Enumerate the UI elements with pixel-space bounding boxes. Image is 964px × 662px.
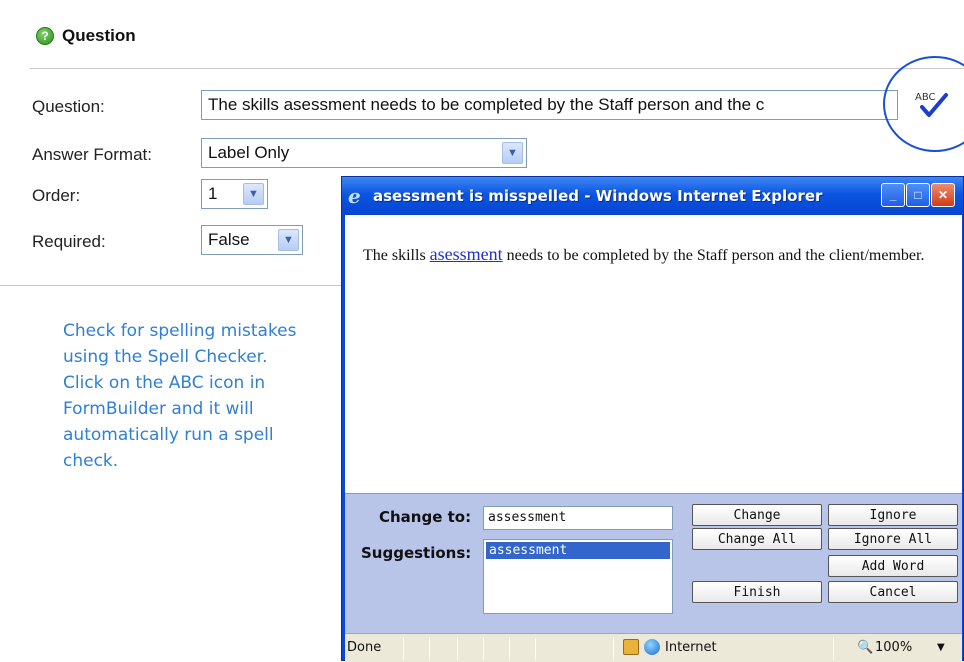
- change-button[interactable]: Change: [692, 504, 822, 526]
- maximize-button[interactable]: □: [906, 183, 930, 207]
- ignore-all-button[interactable]: Ignore All: [828, 528, 958, 550]
- text-after: needs to be completed by the Staff perso…: [502, 247, 925, 264]
- divider: [613, 638, 614, 660]
- panel-header: ? Question: [36, 26, 136, 46]
- cancel-button[interactable]: Cancel: [828, 581, 958, 603]
- instruction-text: Check for spelling mistakes using the Sp…: [63, 321, 297, 471]
- change-to-input[interactable]: assessment: [483, 506, 673, 530]
- order-label: Order:: [32, 186, 81, 205]
- add-word-button[interactable]: Add Word: [828, 555, 958, 577]
- zoom-icon[interactable]: 🔍: [857, 640, 873, 655]
- suggestions-label: Suggestions:: [361, 544, 472, 562]
- chevron-down-icon[interactable]: ▼: [278, 229, 299, 251]
- chevron-down-icon[interactable]: ▼: [502, 142, 523, 164]
- question-input[interactable]: The skills asessment needs to be complet…: [201, 90, 898, 120]
- divider: [457, 638, 458, 660]
- divider: [535, 638, 536, 660]
- internet-explorer-icon: e: [348, 184, 361, 208]
- security-zone: Internet: [665, 640, 717, 655]
- required-value: False: [208, 230, 250, 249]
- zoom-dropdown-icon[interactable]: ▼: [937, 642, 945, 653]
- section-title: Question: [62, 26, 136, 45]
- spell-controls: Change to: assessment Suggestions: asses…: [345, 493, 962, 633]
- status-text: Done: [347, 640, 382, 655]
- window-title: asessment is misspelled - Windows Intern…: [373, 187, 823, 205]
- suggestion-item[interactable]: assessment: [486, 542, 670, 559]
- protected-mode-icon: [623, 639, 639, 655]
- text-before: The skills: [363, 247, 430, 264]
- spellcheck-icon[interactable]: ABC: [912, 85, 952, 125]
- answer-format-label: Answer Format:: [32, 145, 152, 164]
- document-content: The skills asessment needs to be complet…: [345, 215, 962, 493]
- question-label: Question:: [32, 97, 105, 116]
- title-bar[interactable]: e asessment is misspelled - Windows Inte…: [342, 177, 963, 215]
- change-all-button[interactable]: Change All: [692, 528, 822, 550]
- divider: [833, 638, 834, 660]
- answer-format-select[interactable]: Label Only ▼: [201, 138, 527, 168]
- divider: [403, 638, 404, 660]
- required-label: Required:: [32, 232, 106, 251]
- spellcheck-window: e asessment is misspelled - Windows Inte…: [341, 176, 964, 662]
- status-bar: Done Internet 🔍 100% ▼: [345, 633, 962, 662]
- zoom-level[interactable]: 100%: [875, 640, 912, 655]
- answer-format-value: Label Only: [208, 143, 290, 162]
- divider: [483, 638, 484, 660]
- finish-button[interactable]: Finish: [692, 581, 822, 603]
- change-to-label: Change to:: [379, 508, 472, 526]
- required-select[interactable]: False ▼: [201, 225, 303, 255]
- minimize-button[interactable]: _: [881, 183, 905, 207]
- divider: [30, 68, 964, 69]
- close-button[interactable]: ✕: [931, 183, 955, 207]
- chevron-down-icon[interactable]: ▼: [243, 183, 264, 205]
- help-icon[interactable]: ?: [36, 27, 54, 45]
- suggestions-list[interactable]: assessment: [483, 539, 673, 614]
- abc-text: ABC: [915, 92, 936, 103]
- misspelled-word[interactable]: asessment: [430, 244, 503, 264]
- globe-icon: [644, 639, 660, 655]
- divider: [429, 638, 430, 660]
- divider: [509, 638, 510, 660]
- ignore-button[interactable]: Ignore: [828, 504, 958, 526]
- order-value: 1: [208, 184, 218, 203]
- order-select[interactable]: 1 ▼: [201, 179, 268, 209]
